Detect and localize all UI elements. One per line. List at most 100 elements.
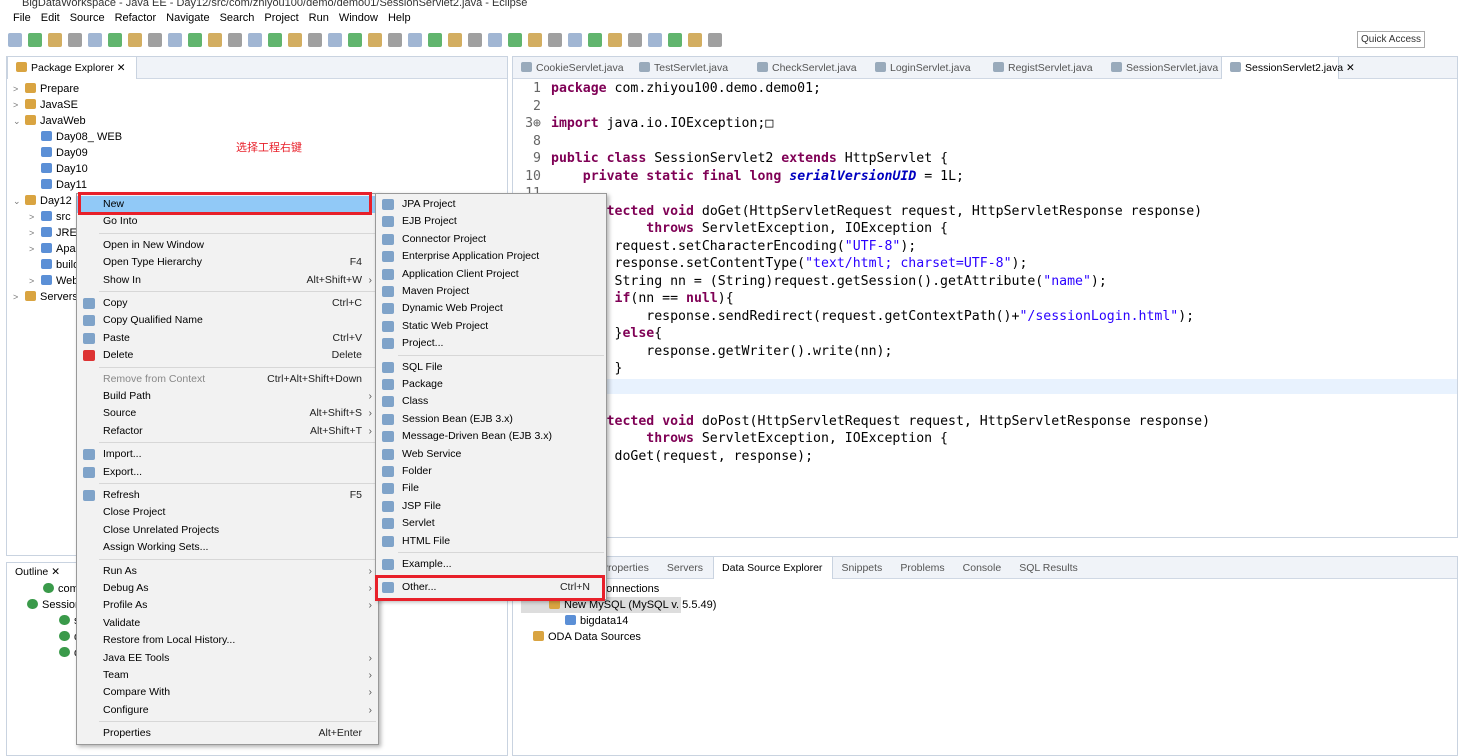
- menu-item-open-in-new-window[interactable]: Open in New Window: [77, 237, 378, 254]
- data-source-item[interactable]: Database Connections: [521, 581, 1457, 597]
- toolbar-button-icon[interactable]: [328, 33, 342, 47]
- menu-project[interactable]: Project: [259, 10, 303, 26]
- menu-item-package[interactable]: Package: [376, 376, 606, 393]
- code-editor[interactable]: 1 package com.zhiyou100.demo.demo01; 2 3⊕ im…: [513, 79, 1457, 537]
- toolbar-button-icon[interactable]: [48, 33, 62, 47]
- toolbar-button-icon[interactable]: [388, 33, 402, 47]
- tab-sessionservlet-java[interactable]: SessionServlet.java: [1103, 57, 1221, 79]
- toolbar-button-icon[interactable]: [528, 33, 542, 47]
- menu-file[interactable]: File: [8, 10, 36, 26]
- menu-item-maven-project[interactable]: Maven Project: [376, 283, 606, 300]
- menu-item-ejb-project[interactable]: EJB Project: [376, 213, 606, 230]
- toolbar-button-icon[interactable]: [28, 33, 42, 47]
- expand-icon[interactable]: >: [29, 225, 41, 241]
- tab-testservlet-java[interactable]: TestServlet.java: [631, 57, 749, 79]
- menu-item-message-driven-bean-ejb-3-x[interactable]: Message-Driven Bean (EJB 3.x): [376, 428, 606, 445]
- menu-item-dynamic-web-project[interactable]: Dynamic Web Project: [376, 300, 606, 317]
- toolbar-button-icon[interactable]: [128, 33, 142, 47]
- tab-package-explorer[interactable]: Package Explorer ✕: [7, 56, 137, 79]
- tree-item[interactable]: ⌄ JavaWeb: [13, 113, 507, 129]
- expand-icon[interactable]: >: [13, 81, 25, 97]
- menu-refactor[interactable]: Refactor: [110, 10, 162, 26]
- menu-item-go-into[interactable]: Go Into: [77, 213, 378, 230]
- menu-item-web-service[interactable]: Web Service: [376, 446, 606, 463]
- menu-item-build-path[interactable]: Build Path ›: [77, 388, 378, 405]
- menu-item-source[interactable]: Source Alt+Shift+S ›: [77, 405, 378, 422]
- tree-item[interactable]: > Prepare: [13, 81, 507, 97]
- expand-icon[interactable]: >: [29, 273, 41, 289]
- toolbar-button-icon[interactable]: [168, 33, 182, 47]
- menu-item-example[interactable]: Example...: [376, 556, 606, 573]
- menu-search[interactable]: Search: [215, 10, 260, 26]
- menu-item-team[interactable]: Team ›: [77, 667, 378, 684]
- toolbar-button-icon[interactable]: [348, 33, 362, 47]
- menu-item-refresh[interactable]: Refresh F5: [77, 487, 378, 504]
- menu-item-jpa-project[interactable]: JPA Project: [376, 196, 606, 213]
- toolbar-button-icon[interactable]: [548, 33, 562, 47]
- toolbar-button-icon[interactable]: [448, 33, 462, 47]
- tree-item[interactable]: Day10: [13, 161, 507, 177]
- expand-icon[interactable]: >: [29, 209, 41, 225]
- menu-item-configure[interactable]: Configure ›: [77, 702, 378, 719]
- menu-navigate[interactable]: Navigate: [161, 10, 214, 26]
- menu-item-assign-working-sets[interactable]: Assign Working Sets...: [77, 539, 378, 556]
- menu-item-compare-with[interactable]: Compare With ›: [77, 684, 378, 701]
- menu-item-remove-from-context[interactable]: Remove from Context Ctrl+Alt+Shift+Down: [77, 371, 378, 388]
- menu-item-open-type-hierarchy[interactable]: Open Type Hierarchy F4: [77, 254, 378, 271]
- menu-item-sql-file[interactable]: SQL File: [376, 359, 606, 376]
- tab-loginservlet-java[interactable]: LoginServlet.java: [867, 57, 985, 79]
- toolbar-button-icon[interactable]: [8, 33, 22, 47]
- toolbar-button-icon[interactable]: [288, 33, 302, 47]
- tab-data-source-explorer[interactable]: Data Source Explorer: [713, 556, 834, 579]
- toolbar-button-icon[interactable]: [608, 33, 622, 47]
- menu-item-show-in[interactable]: Show In Alt+Shift+W ›: [77, 272, 378, 289]
- menu-item-refactor[interactable]: Refactor Alt+Shift+T ›: [77, 423, 378, 440]
- data-source-item[interactable]: bigdata14: [521, 613, 1457, 629]
- menu-window[interactable]: Window: [334, 10, 383, 26]
- menu-item-debug-as[interactable]: Debug As ›: [77, 580, 378, 597]
- menu-item-static-web-project[interactable]: Static Web Project: [376, 318, 606, 335]
- toolbar-button-icon[interactable]: [228, 33, 242, 47]
- menu-item-run-as[interactable]: Run As ›: [77, 563, 378, 580]
- menu-item-html-file[interactable]: HTML File: [376, 533, 606, 550]
- toolbar-button-icon[interactable]: [428, 33, 442, 47]
- menu-item-import[interactable]: Import...: [77, 446, 378, 463]
- tab-sessionservlet2-java[interactable]: SessionServlet2.java ✕: [1221, 56, 1355, 79]
- toolbar-button-icon[interactable]: [568, 33, 582, 47]
- menu-item-paste[interactable]: Paste Ctrl+V: [77, 330, 378, 347]
- menu-help[interactable]: Help: [383, 10, 416, 26]
- menu-item-application-client-project[interactable]: Application Client Project: [376, 266, 606, 283]
- toolbar-button-icon[interactable]: [368, 33, 382, 47]
- tab-sql-results[interactable]: SQL Results: [1011, 557, 1088, 579]
- menu-item-servlet[interactable]: Servlet: [376, 515, 606, 532]
- menu-item-export[interactable]: Export...: [77, 464, 378, 481]
- toolbar-button-icon[interactable]: [508, 33, 522, 47]
- toolbar-button-icon[interactable]: [208, 33, 222, 47]
- toolbar-button-icon[interactable]: [68, 33, 82, 47]
- tab-servers[interactable]: Servers: [659, 557, 713, 579]
- menu-item-validate[interactable]: Validate: [77, 615, 378, 632]
- toolbar-button-icon[interactable]: [148, 33, 162, 47]
- tab-outline[interactable]: Outline ✕: [7, 563, 70, 581]
- menu-item-close-project[interactable]: Close Project: [77, 504, 378, 521]
- toolbar-button-icon[interactable]: [488, 33, 502, 47]
- toolbar-button-icon[interactable]: [188, 33, 202, 47]
- menu-item-profile-as[interactable]: Profile As ›: [77, 597, 378, 614]
- tab-checkservlet-java[interactable]: CheckServlet.java: [749, 57, 867, 79]
- quick-access-input[interactable]: Quick Access: [1357, 31, 1425, 48]
- tree-item[interactable]: Day11: [13, 177, 507, 193]
- tab-snippets[interactable]: Snippets: [833, 557, 892, 579]
- menu-item-java-ee-tools[interactable]: Java EE Tools ›: [77, 650, 378, 667]
- menu-item-properties[interactable]: Properties Alt+Enter: [77, 725, 378, 742]
- menu-item-class[interactable]: Class: [376, 393, 606, 410]
- toolbar-button-icon[interactable]: [588, 33, 602, 47]
- toolbar-button-icon[interactable]: [628, 33, 642, 47]
- menu-item-file[interactable]: File: [376, 480, 606, 497]
- menu-item-project[interactable]: Project...: [376, 335, 606, 352]
- close-icon[interactable]: ✕: [1343, 62, 1355, 74]
- expand-icon[interactable]: ⌄: [13, 193, 25, 209]
- toolbar-button-icon[interactable]: [268, 33, 282, 47]
- toolbar-button-icon[interactable]: [248, 33, 262, 47]
- toolbar-button-icon[interactable]: [468, 33, 482, 47]
- expand-icon[interactable]: ⌄: [13, 113, 25, 129]
